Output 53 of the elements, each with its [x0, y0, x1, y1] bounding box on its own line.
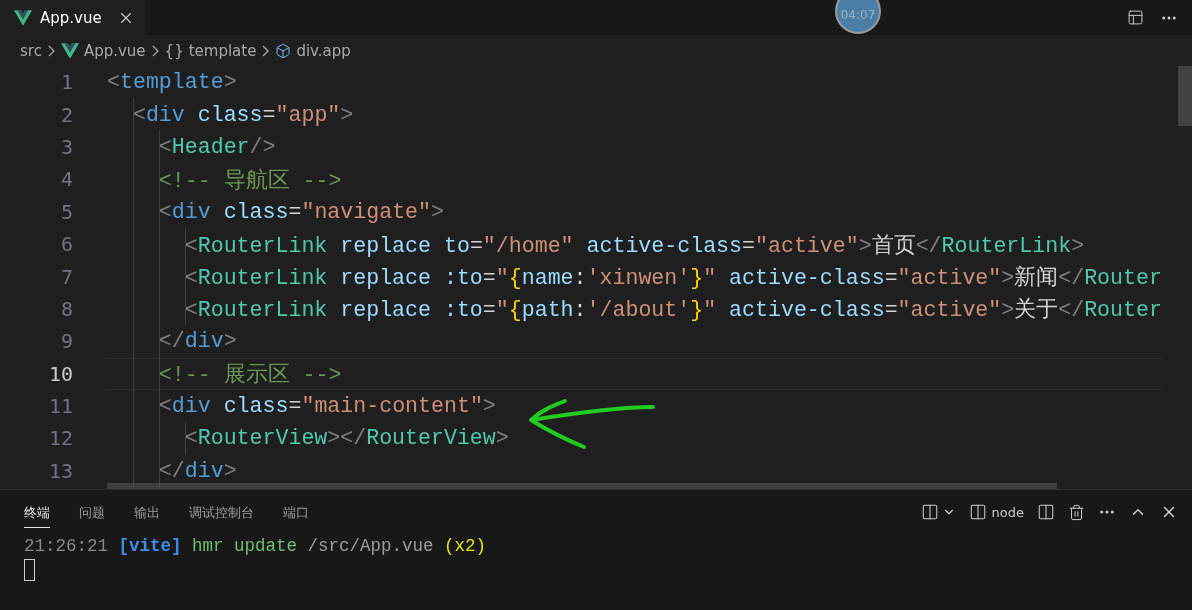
line-number: 12: [47, 426, 73, 451]
scrollbar-thumb[interactable]: [107, 483, 1057, 489]
code-line: <div class="app">: [131, 102, 354, 127]
braces-icon: {}: [164, 41, 184, 60]
terminal-icon[interactable]: [968, 503, 987, 521]
split-terminal-icon[interactable]: [920, 503, 939, 521]
split-editor-icon[interactable]: [1127, 9, 1144, 26]
scrollbar-thumb[interactable]: [1178, 66, 1192, 126]
code-line: <Header/>: [157, 134, 276, 159]
code-line: </div>: [157, 329, 237, 354]
panel-tab[interactable]: 终端: [24, 496, 50, 528]
breadcrumb-item[interactable]: App.vue: [83, 41, 146, 60]
line-number: 5: [59, 199, 73, 224]
chevron-icon: [150, 44, 160, 57]
trash-icon[interactable]: [1068, 503, 1085, 521]
cube-icon: [275, 42, 292, 59]
line-number: 2: [59, 102, 73, 127]
line-number: 11: [47, 394, 73, 419]
line-number: 3: [59, 134, 73, 159]
line-number: 8: [59, 296, 73, 321]
line-number: 6: [59, 232, 73, 257]
terminal-cursor: [24, 559, 35, 581]
split-icon[interactable]: [1037, 503, 1055, 521]
code-line: </div>: [157, 458, 237, 483]
terminal-line: 21:26:21 [vite] hmr update /src/App.vue (x2): [24, 536, 488, 556]
panel-tab[interactable]: 端口: [283, 496, 309, 528]
panel-tab[interactable]: 问题: [79, 496, 105, 528]
code-line: <div class="main-content">: [157, 394, 496, 419]
breadcrumb-item[interactable]: src: [20, 41, 42, 60]
code-line: <RouterView></RouterView>: [183, 426, 509, 451]
vue-logo-icon: [60, 42, 79, 59]
line-number: 4: [59, 167, 73, 192]
vue-logo-icon: [14, 9, 32, 26]
line-number: 13: [47, 458, 73, 483]
panel-tab[interactable]: 输出: [134, 496, 160, 528]
line-number: 9: [59, 329, 73, 354]
code-line: <!-- 展示区 -->: [157, 362, 342, 389]
editor-tab[interactable]: App.vue: [0, 0, 145, 35]
code-line: <!-- 导航区 -->: [157, 167, 342, 194]
code-line: <RouterLink replace :to="{path:'/about'}" active-class="active">关于</Router: [183, 296, 1162, 324]
line-number: 7: [59, 264, 73, 289]
breadcrumb-item[interactable]: div.app: [296, 41, 351, 60]
code-line: <RouterLink replace to="/home" active-class="active">首页</RouterLink>: [183, 232, 1085, 259]
breadcrumb-item[interactable]: template: [188, 41, 257, 60]
terminal-name[interactable]: node: [991, 504, 1024, 520]
line-number: 1: [59, 70, 73, 95]
code-line: <div class="navigate">: [157, 199, 444, 224]
line-number: 10: [47, 361, 73, 386]
code-line: <RouterLink replace :to="{name:'xinwen'}" active-class="active">新闻</Router: [183, 264, 1162, 292]
chevron-icon: [46, 44, 56, 57]
code-line: <template>: [107, 70, 237, 95]
chevron-icon: [261, 44, 271, 57]
panel-tab[interactable]: 调试控制台: [189, 496, 254, 528]
